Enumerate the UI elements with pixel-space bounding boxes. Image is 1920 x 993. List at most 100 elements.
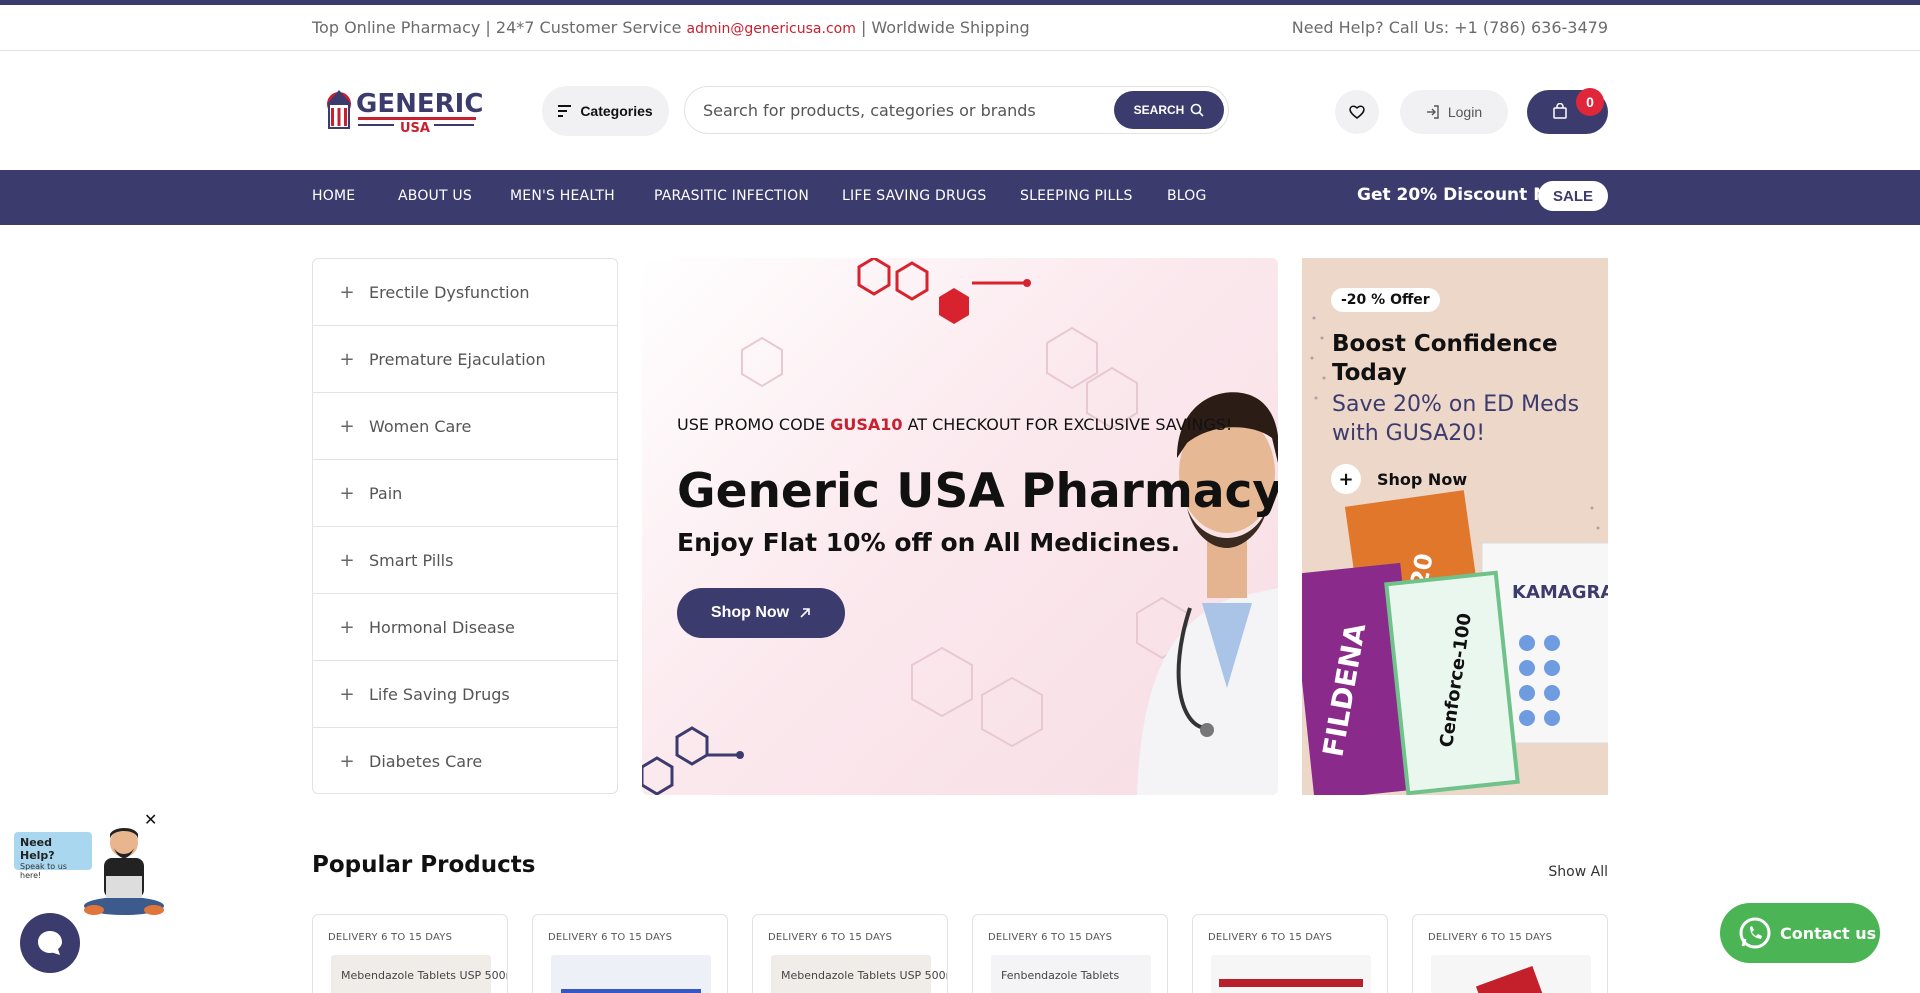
sidebar-item-label: Smart Pills xyxy=(369,550,454,570)
product-image xyxy=(1431,955,1591,993)
menu-lines-icon xyxy=(558,105,572,117)
search-input[interactable] xyxy=(703,97,1083,123)
plus-icon: + xyxy=(339,482,355,504)
sidebar-item-smart-pills[interactable]: + Smart Pills xyxy=(313,527,617,594)
close-icon[interactable]: ✕ xyxy=(144,810,157,829)
hero-subtitle: Enjoy Flat 10% off on All Medicines. xyxy=(677,528,1181,557)
help-phone-text: Need Help? Call Us: +1 (786) 636-3479 xyxy=(1291,18,1608,37)
delivery-label: DELIVERY 6 TO 15 DAYS xyxy=(988,932,1113,943)
whatsapp-label: Contact us xyxy=(1780,923,1877,943)
search-button-label: SEARCH xyxy=(1133,103,1185,117)
product-image: Fenbendazole Tablets xyxy=(991,955,1151,993)
promo-code-line: USE PROMO CODE GUSA10 AT CHECKOUT FOR EX… xyxy=(677,415,1232,434)
main-nav: HOME ABOUT US MEN'S HEALTH PARASITIC INF… xyxy=(0,170,1920,225)
logo-text-usa: USA xyxy=(400,121,430,136)
offer-shop-now-link[interactable]: + Shop Now xyxy=(1331,464,1467,494)
delivery-label: DELIVERY 6 TO 15 DAYS xyxy=(548,932,673,943)
wishlist-button[interactable] xyxy=(1335,90,1379,134)
product-card[interactable]: DELIVERY 6 TO 15 DAYS xyxy=(1412,914,1608,993)
sidebar-item-diabetes-care[interactable]: + Diabetes Care xyxy=(313,728,617,795)
arrow-up-right-icon xyxy=(800,608,810,618)
search-icon xyxy=(1191,103,1204,117)
popular-products-title: Popular Products xyxy=(312,852,536,878)
sidebar-item-label: Premature Ejaculation xyxy=(369,349,546,369)
support-person-illustration xyxy=(84,828,164,915)
chat-bubble-icon xyxy=(38,931,62,955)
hero-title: Generic USA Pharmacy xyxy=(677,464,1278,519)
logo-text-generic: GENERIC xyxy=(356,89,482,119)
login-label: Login xyxy=(1447,104,1483,120)
offer-subline: Save 20% on ED Meds with GUSA20! xyxy=(1332,392,1580,446)
login-icon xyxy=(1426,105,1439,119)
categories-button[interactable]: Categories xyxy=(542,86,669,136)
sidebar-item-label: Life Saving Drugs xyxy=(369,684,510,704)
cart-button[interactable]: 0 xyxy=(1527,88,1608,134)
offer-banner: 20 KAMAGRA FILDENA Cenforce-100 -20 % Of… xyxy=(1302,258,1608,795)
sidebar-item-life-saving-drugs[interactable]: + Life Saving Drugs xyxy=(313,661,617,728)
promo-suffix: AT CHECKOUT FOR EXCLUSIVE SAVINGS! xyxy=(902,415,1233,434)
plus-icon: + xyxy=(339,415,355,437)
product-image-label: Mebendazole Tablets USP 500mg xyxy=(341,969,508,982)
plus-icon: + xyxy=(339,549,355,571)
product-image-label: Fenbendazole Tablets xyxy=(1001,969,1120,982)
product-card[interactable]: DELIVERY 6 TO 15 DAYS Fenbendazole Table… xyxy=(972,914,1168,993)
categories-label: Categories xyxy=(580,103,653,119)
category-sidebar: + Erectile Dysfunction + Premature Ejacula… xyxy=(312,258,618,794)
whatsapp-icon xyxy=(1739,917,1771,949)
hexagon-pattern xyxy=(642,258,1278,795)
service-text: Top Online Pharmacy | 24*7 Customer Serv… xyxy=(312,18,682,37)
plus-icon: + xyxy=(1331,464,1361,494)
nav-mens-health[interactable]: MEN'S HEALTH xyxy=(510,188,615,204)
product-card[interactable]: DELIVERY 6 TO 15 DAYS Mebendazole Tablet… xyxy=(752,914,948,993)
promo-code: GUSA10 xyxy=(830,415,903,434)
delivery-label: DELIVERY 6 TO 15 DAYS xyxy=(1428,932,1553,943)
top-info-bar: Top Online Pharmacy | 24*7 Customer Serv… xyxy=(0,5,1920,51)
cart-count-badge: 0 xyxy=(1576,88,1604,116)
delivery-label: DELIVERY 6 TO 15 DAYS xyxy=(768,932,893,943)
sidebar-item-label: Diabetes Care xyxy=(369,752,483,771)
nav-blog[interactable]: BLOG xyxy=(1167,188,1207,204)
nav-about-us[interactable]: ABOUT US xyxy=(398,188,472,204)
plus-icon: + xyxy=(339,348,355,370)
shopping-bag-icon xyxy=(1553,103,1567,119)
sidebar-item-hormonal-disease[interactable]: + Hormonal Disease xyxy=(313,594,617,661)
nav-parasitic-infection[interactable]: PARASITIC INFECTION xyxy=(654,188,809,204)
pack-label-kamagra: KAMAGRA xyxy=(1512,582,1608,603)
login-button[interactable]: Login xyxy=(1400,90,1508,134)
nav-life-saving-drugs[interactable]: LIFE SAVING DRUGS xyxy=(842,188,986,204)
whatsapp-contact-button[interactable]: Contact us xyxy=(1720,903,1880,963)
chat-button[interactable] xyxy=(20,913,80,973)
help-subtitle: Speak to us here! xyxy=(20,862,67,880)
product-image xyxy=(1211,955,1371,993)
product-card[interactable]: DELIVERY 6 TO 15 DAYS xyxy=(1192,914,1388,993)
nav-sleeping-pills[interactable]: SLEEPING PILLS xyxy=(1020,188,1133,204)
plus-icon: + xyxy=(339,281,355,303)
shipping-text: | Worldwide Shipping xyxy=(860,18,1030,37)
sidebar-item-pain[interactable]: + Pain xyxy=(313,460,617,527)
search-bar: SEARCH xyxy=(684,86,1229,134)
sidebar-item-premature-ejaculation[interactable]: + Premature Ejaculation xyxy=(313,326,617,393)
heart-icon xyxy=(1349,105,1365,119)
product-card[interactable]: DELIVERY 6 TO 15 DAYS xyxy=(532,914,728,993)
offer-badge: -20 % Offer xyxy=(1331,288,1440,312)
plus-icon: + xyxy=(339,751,355,772)
product-image-label: Mebendazole Tablets USP 500mg xyxy=(781,969,948,982)
sidebar-item-erectile-dysfunction[interactable]: + Erectile Dysfunction xyxy=(313,259,617,326)
show-all-link[interactable]: Show All xyxy=(1548,864,1608,880)
nav-home[interactable]: HOME xyxy=(312,188,355,204)
site-logo[interactable]: GENERIC USA xyxy=(322,82,483,138)
sale-badge[interactable]: SALE xyxy=(1538,181,1608,211)
delivery-label: DELIVERY 6 TO 15 DAYS xyxy=(1208,932,1333,943)
hero-shop-now-button[interactable]: Shop Now xyxy=(677,588,845,638)
need-help-widget[interactable]: Need Help? Speak to us here! ✕ xyxy=(14,810,174,920)
help-bubble: Need Help? Speak to us here! xyxy=(14,832,92,880)
sidebar-item-women-care[interactable]: + Women Care xyxy=(313,393,617,460)
doctor-illustration xyxy=(1137,392,1278,795)
email-link[interactable]: admin@genericusa.com xyxy=(687,21,856,37)
search-button[interactable]: SEARCH xyxy=(1114,91,1224,129)
site-header: GENERIC USA Categories SEARCH Login 0 xyxy=(0,52,1920,170)
product-card[interactable]: DELIVERY 6 TO 15 DAYS Mebendazole Tablet… xyxy=(312,914,508,993)
hero-banner: USE PROMO CODE GUSA10 AT CHECKOUT FOR EX… xyxy=(642,258,1278,795)
delivery-label: DELIVERY 6 TO 15 DAYS xyxy=(328,932,453,943)
sidebar-item-label: Women Care xyxy=(369,416,472,436)
